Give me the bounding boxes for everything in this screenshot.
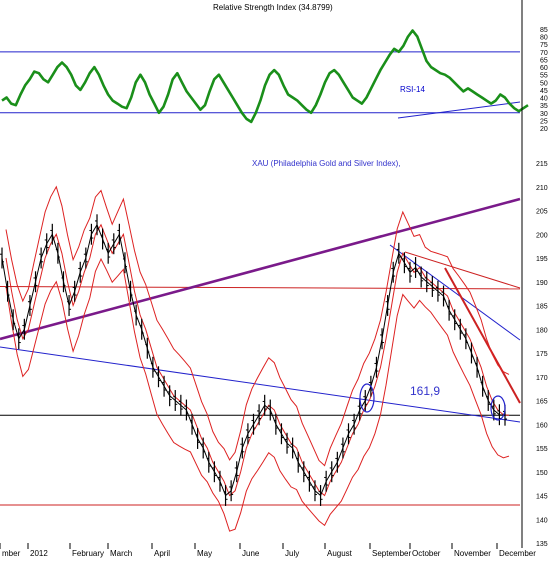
xau-x-tick-label: May (197, 549, 212, 558)
xau-x-tick-label: 2012 (30, 549, 48, 558)
xau-x-tick-label: August (327, 549, 353, 558)
xau-y-tick-label: 200 (536, 232, 548, 239)
xau-y-tick-label: 165 (536, 399, 548, 406)
xau-x-tick-label: October (412, 549, 441, 558)
xau-y-tick-label: 210 (536, 185, 548, 192)
rsi-y-tick-label: 40 (540, 96, 548, 103)
xau-x-tick-label: November (454, 549, 491, 558)
rsi-y-tick-label: 50 (540, 80, 548, 87)
rsi-y-tick-label: 85 (540, 27, 548, 34)
rsi-y-tick-label: 35 (540, 103, 548, 110)
xau-y-tick-label: 205 (536, 209, 548, 216)
xau-callout-label: 161,9 (410, 384, 440, 398)
rsi-y-tick-label: 45 (540, 88, 548, 95)
rsi-y-tick-label: 65 (540, 57, 548, 64)
xau-y-tick-label: 185 (536, 304, 548, 311)
xau-y-tick-label: 145 (536, 494, 548, 501)
rsi-y-tick-label: 60 (540, 65, 548, 72)
xau-y-tick-label: 190 (536, 280, 548, 287)
xau-y-tick-label: 175 (536, 351, 548, 358)
xau-x-tick-label: September (372, 549, 411, 558)
xau-x-tick-label: mber (2, 549, 21, 558)
rsi-y-tick-label: 55 (540, 73, 548, 80)
rsi-y-tick-label: 75 (540, 42, 548, 49)
xau-x-tick-label: July (285, 549, 299, 558)
chart-svg: Relative Strength Index (34.8799) RSI-14… (0, 0, 550, 560)
rsi-y-tick-label: 80 (540, 35, 548, 42)
xau-x-tick-label: February (72, 549, 104, 558)
xau-x-tick-label: December (499, 549, 536, 558)
xau-y-tick-label: 135 (536, 541, 548, 548)
xau-x-tick-label: April (154, 549, 170, 558)
rsi-indicator-label: RSI-14 (400, 85, 425, 94)
xau-y-tick-label: 215 (536, 161, 548, 168)
xau-x-tick-label: March (110, 549, 132, 558)
xau-y-tick-label: 180 (536, 327, 548, 334)
rsi-chart-title: Relative Strength Index (34.8799) (213, 3, 333, 12)
xau-y-tick-label: 195 (536, 256, 548, 263)
xau-y-tick-label: 160 (536, 422, 548, 429)
rsi-y-tick-label: 30 (540, 111, 548, 118)
xau-chart-title: XAU (Philadelphia Gold and Silver Index)… (252, 159, 401, 168)
rsi-y-tick-label: 70 (540, 50, 548, 57)
rsi-y-tick-label: 20 (540, 126, 548, 133)
xau-y-tick-label: 150 (536, 470, 548, 477)
xau-y-tick-label: 170 (536, 375, 548, 382)
xau-y-tick-label: 140 (536, 517, 548, 524)
rsi-y-tick-label: 25 (540, 118, 548, 125)
xau-y-tick-label: 155 (536, 446, 548, 453)
xau-x-tick-label: June (242, 549, 260, 558)
